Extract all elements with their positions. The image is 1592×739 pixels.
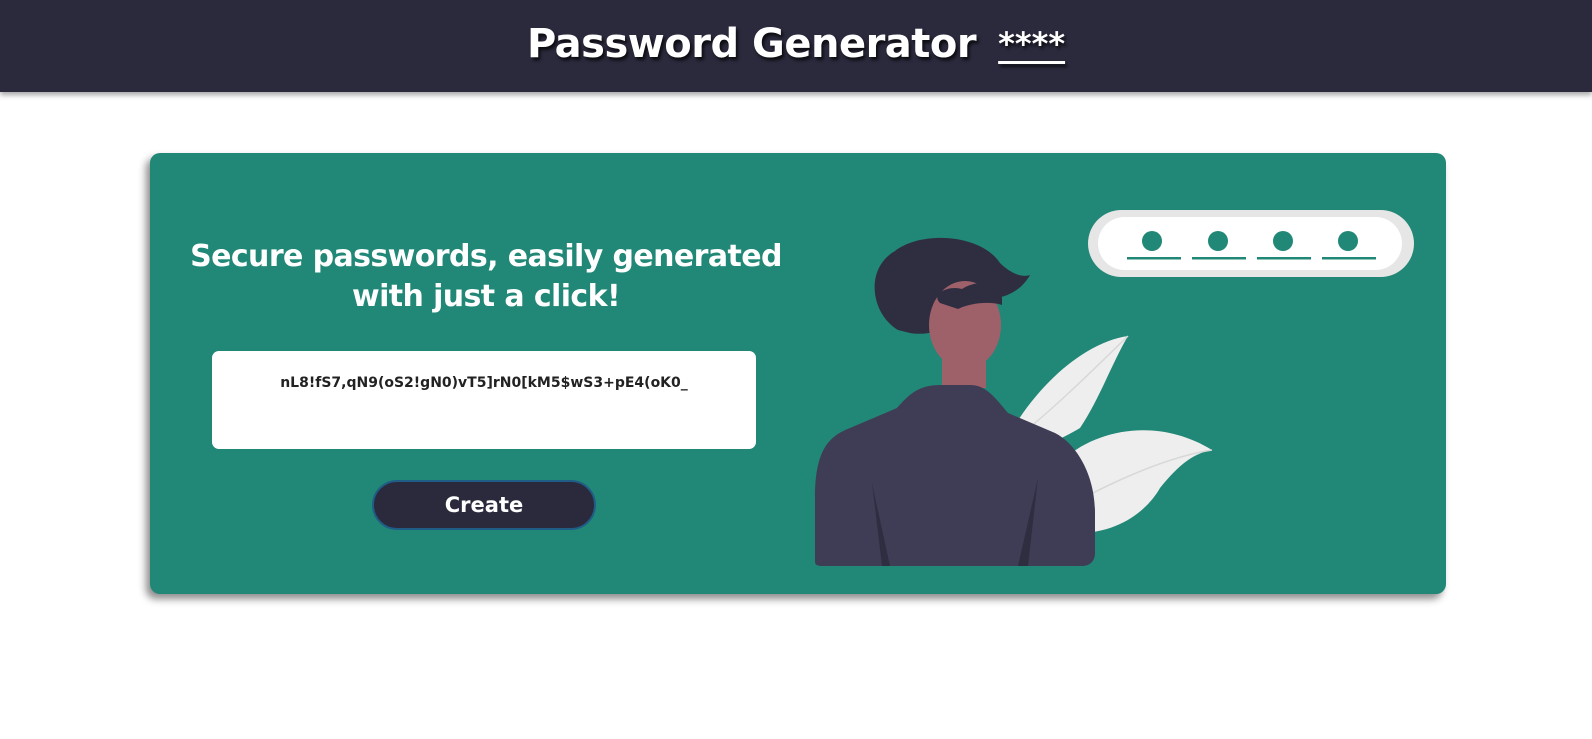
generator-card: Secure passwords, easily generated with … (150, 153, 1446, 594)
app-header: Password Generator **** (0, 0, 1592, 92)
password-bubble-icon (1088, 210, 1414, 277)
person-illustration (815, 210, 1414, 566)
title-stars: **** (998, 25, 1066, 63)
app-title: Password Generator (526, 21, 977, 67)
